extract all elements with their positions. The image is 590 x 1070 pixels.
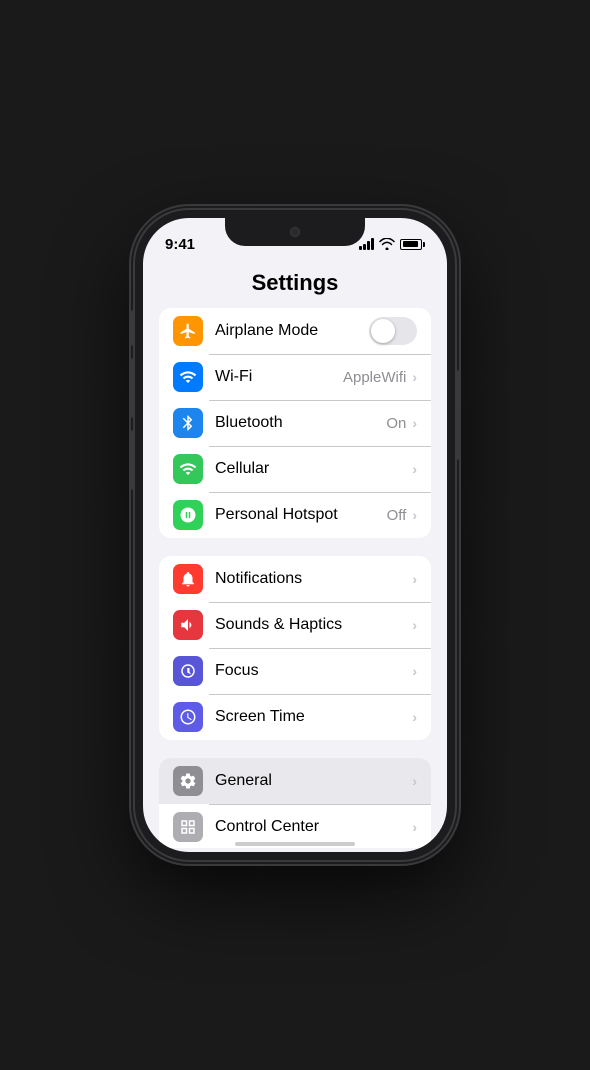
hotspot-label: Personal Hotspot <box>215 506 387 524</box>
airplane-mode-toggle[interactable] <box>369 317 417 345</box>
sounds-label: Sounds & Haptics <box>215 616 412 634</box>
settings-header: Settings <box>143 262 447 308</box>
hotspot-icon <box>173 500 203 530</box>
sounds-row[interactable]: Sounds & Haptics › <box>159 602 431 648</box>
notifications-group: Notifications › Sounds & Haptics › <box>159 556 431 740</box>
cellular-chevron: › <box>412 461 417 477</box>
notifications-icon <box>173 564 203 594</box>
connectivity-group: Airplane Mode Wi-Fi AppleWif <box>159 308 431 538</box>
screen-time-row[interactable]: Screen Time › <box>159 694 431 740</box>
wifi-row[interactable]: Wi-Fi AppleWifi › <box>159 354 431 400</box>
general-chevron: › <box>412 773 417 789</box>
status-icons <box>359 238 425 250</box>
mute-button[interactable] <box>131 310 135 346</box>
airplane-mode-icon <box>173 316 203 346</box>
bluetooth-icon <box>173 408 203 438</box>
general-icon <box>173 766 203 796</box>
phone-frame: 9:41 <box>135 210 455 860</box>
cellular-icon <box>173 454 203 484</box>
screen-time-icon <box>173 702 203 732</box>
control-center-label: Control Center <box>215 818 412 836</box>
general-row[interactable]: General › <box>159 758 431 804</box>
control-center-chevron: › <box>412 819 417 835</box>
wifi-value: AppleWifi <box>343 369 406 386</box>
wifi-icon <box>173 362 203 392</box>
general-label: General <box>215 772 412 790</box>
settings-scroll[interactable]: Airplane Mode Wi-Fi AppleWif <box>143 308 447 848</box>
home-indicator <box>235 842 355 846</box>
wifi-status-icon <box>379 238 395 250</box>
cellular-label: Cellular <box>215 460 412 478</box>
focus-label: Focus <box>215 662 412 680</box>
general-section: General › Control Center › <box>143 758 447 848</box>
page-title: Settings <box>159 270 431 296</box>
focus-icon <box>173 656 203 686</box>
hotspot-row[interactable]: Personal Hotspot Off › <box>159 492 431 538</box>
wifi-chevron: › <box>412 369 417 385</box>
hotspot-chevron: › <box>412 507 417 523</box>
sounds-chevron: › <box>412 617 417 633</box>
notifications-section: Notifications › Sounds & Haptics › <box>143 556 447 740</box>
wifi-label: Wi-Fi <box>215 368 343 386</box>
status-time: 9:41 <box>165 236 195 253</box>
cellular-row[interactable]: Cellular › <box>159 446 431 492</box>
sounds-icon <box>173 610 203 640</box>
notifications-chevron: › <box>412 571 417 587</box>
airplane-mode-label: Airplane Mode <box>215 322 369 340</box>
battery-icon <box>400 239 425 250</box>
camera <box>290 227 300 237</box>
focus-chevron: › <box>412 663 417 679</box>
bluetooth-chevron: › <box>412 415 417 431</box>
phone-screen: 9:41 <box>143 218 447 852</box>
bluetooth-row[interactable]: Bluetooth On › <box>159 400 431 446</box>
notifications-row[interactable]: Notifications › <box>159 556 431 602</box>
screen-time-label: Screen Time <box>215 708 412 726</box>
connectivity-section: Airplane Mode Wi-Fi AppleWif <box>143 308 447 538</box>
airplane-mode-row[interactable]: Airplane Mode <box>159 308 431 354</box>
signal-icon <box>359 238 374 250</box>
control-center-icon <box>173 812 203 842</box>
general-group: General › Control Center › <box>159 758 431 848</box>
notch <box>225 218 365 246</box>
focus-row[interactable]: Focus › <box>159 648 431 694</box>
power-button[interactable] <box>455 370 459 460</box>
volume-down-button[interactable] <box>131 430 135 490</box>
notifications-label: Notifications <box>215 570 412 588</box>
bluetooth-label: Bluetooth <box>215 414 386 432</box>
bluetooth-value: On <box>386 415 406 432</box>
hotspot-value: Off <box>387 507 407 524</box>
volume-up-button[interactable] <box>131 358 135 418</box>
screen-time-chevron: › <box>412 709 417 725</box>
